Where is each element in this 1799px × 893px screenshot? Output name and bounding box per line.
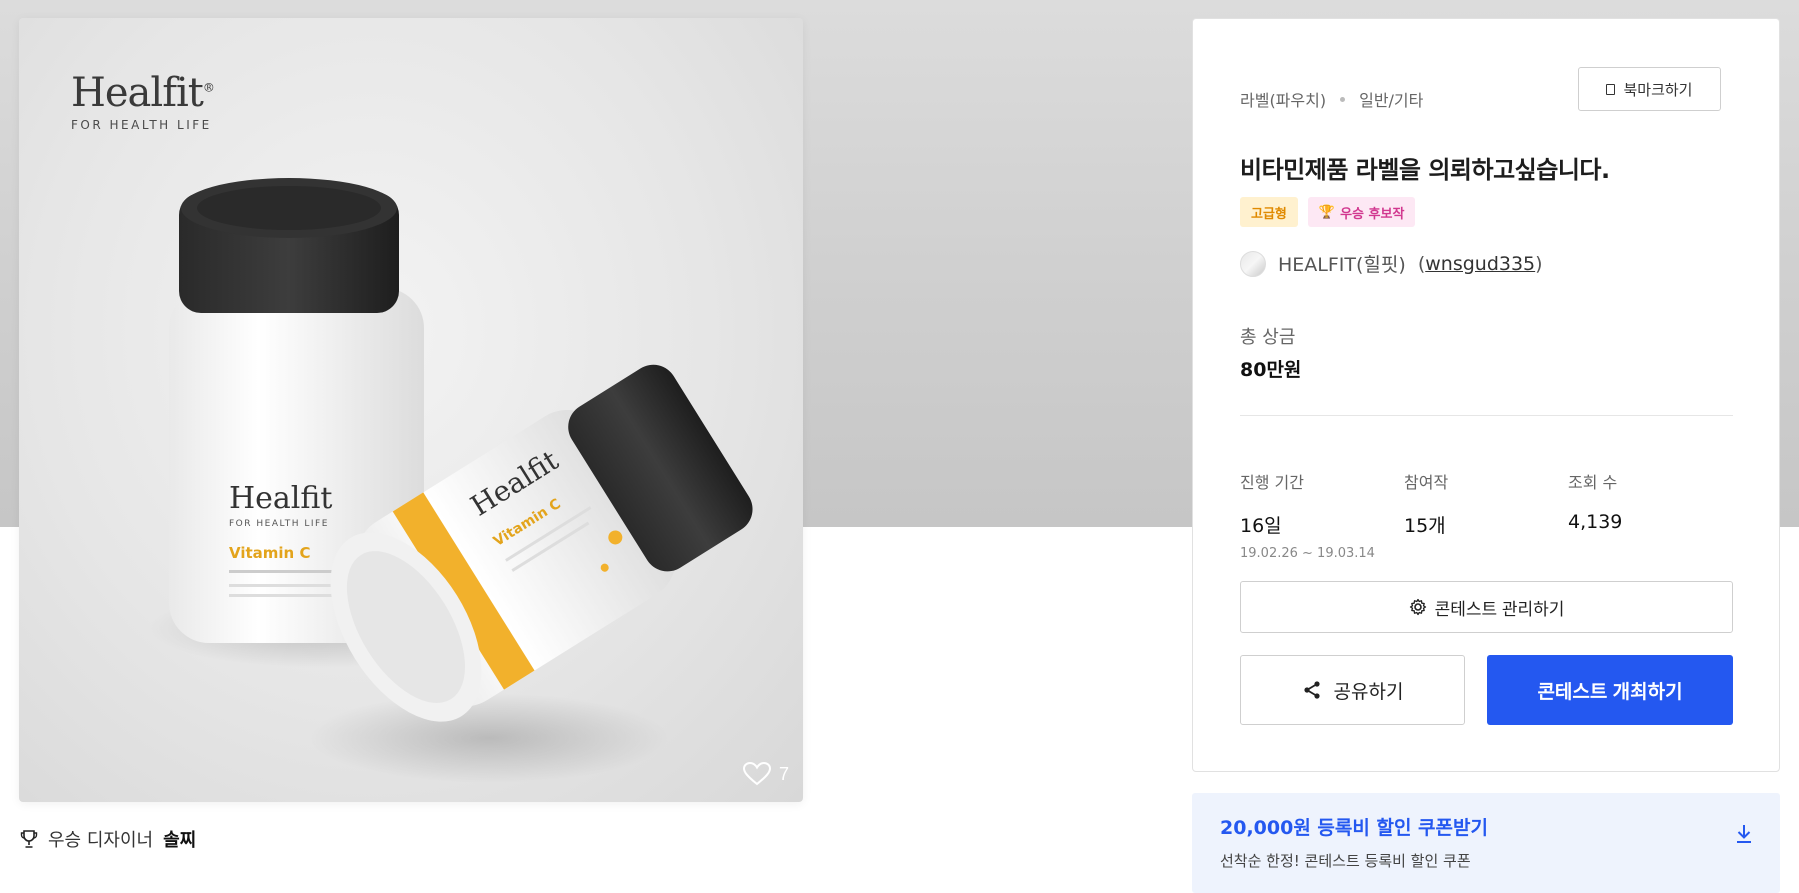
bookmark-button[interactable]: 북마크하기 <box>1578 67 1721 111</box>
winner-designer-name[interactable]: 솔찌 <box>163 826 196 852</box>
gear-icon <box>1409 598 1426 616</box>
stat-value: 16일 <box>1240 515 1282 537</box>
trophy-icon: 🏆 <box>1318 204 1336 220</box>
share-icon <box>1303 681 1320 699</box>
winner-prefix: 우승 디자이너 <box>48 830 154 851</box>
like-count: 7 <box>778 763 789 784</box>
contest-image[interactable]: Healfit FOR HEALTH LIFE Vitamin C Healfi… <box>19 18 803 802</box>
prize-value: 80만원 <box>1240 359 1302 381</box>
stat-value: 4,139 <box>1568 511 1623 533</box>
share-button[interactable]: 공유하기 <box>1240 655 1465 725</box>
prize-label: 총 상금 <box>1240 327 1296 348</box>
brand-logo: Healfit® FOR HEALTH LIFE <box>71 70 215 132</box>
host-contest-button[interactable]: 콘테스트 개최하기 <box>1487 655 1733 725</box>
download-icon[interactable] <box>1734 823 1754 845</box>
manage-contest-button[interactable]: 콘테스트 관리하기 <box>1240 581 1733 633</box>
winner-candidate-label: 우승 후보작 <box>1340 206 1405 222</box>
bookmark-label: 북마크하기 <box>1623 80 1693 99</box>
coupon-banner[interactable]: 20,000원 등록비 할인 쿠폰받기 선착순 한정! 콘테스트 등록비 할인 … <box>1192 793 1780 893</box>
premium-badge: 고급형 <box>1240 197 1298 227</box>
logo-registered-mark: ® <box>202 80 215 95</box>
stat-duration: 진행 기간 16일 19.02.26 ~ 19.03.14 <box>1240 469 1404 561</box>
manage-label: 콘테스트 관리하기 <box>1434 599 1565 619</box>
like-button[interactable]: 7 <box>742 762 789 786</box>
winner-designer: 우승 디자이너 솔찌 <box>20 826 196 852</box>
owner-name: HEALFIT(힐핏) <box>1278 254 1406 276</box>
divider <box>1240 415 1733 416</box>
contest-badges: 고급형 🏆 우승 후보작 <box>1240 197 1416 227</box>
coupon-subtitle: 선착순 한정! 콘테스트 등록비 할인 쿠폰 <box>1220 852 1471 870</box>
stat-label: 조회 수 <box>1568 473 1618 492</box>
owner-id-wrap: (wnsgud335) <box>1418 253 1543 275</box>
contest-stats: 진행 기간 16일 19.02.26 ~ 19.03.14 참여작 15개 조회… <box>1240 469 1732 561</box>
contest-owner: HEALFIT(힐핏) (wnsgud335) <box>1240 250 1543 277</box>
logo-tagline: FOR HEALTH LIFE <box>71 118 212 132</box>
stat-label: 진행 기간 <box>1240 473 1304 492</box>
product-photo: Healfit FOR HEALTH LIFE Vitamin C Healfi… <box>149 178 753 783</box>
contest-info-panel: 라벨(파우치) 일반/기타 북마크하기 비타민제품 라벨을 의뢰하고싶습니다. … <box>1192 18 1780 772</box>
svg-text:Healfit: Healfit <box>229 481 332 516</box>
logo-word: Healfit <box>71 70 204 116</box>
owner-id-close-paren: ) <box>1535 252 1543 275</box>
breadcrumb-subcategory[interactable]: 일반/기타 <box>1359 87 1423 111</box>
owner-id-link[interactable]: wnsgud335 <box>1425 253 1535 275</box>
stat-value: 15개 <box>1404 515 1446 537</box>
breadcrumb-category[interactable]: 라벨(파우치) <box>1240 87 1326 111</box>
contest-title: 비타민제품 라벨을 의뢰하고싶습니다. <box>1240 156 1610 184</box>
stat-views: 조회 수 4,139 <box>1568 469 1732 561</box>
heart-outline-icon <box>742 762 771 786</box>
stat-date-range: 19.02.26 ~ 19.03.14 <box>1240 546 1375 561</box>
breadcrumb-separator <box>1340 96 1346 102</box>
share-label: 공유하기 <box>1333 681 1404 703</box>
stat-label: 참여작 <box>1404 473 1449 492</box>
winner-candidate-badge: 🏆 우승 후보작 <box>1307 197 1416 227</box>
stat-entries: 참여작 15개 <box>1404 469 1568 561</box>
coupon-title: 20,000원 등록비 할인 쿠폰받기 <box>1220 817 1488 839</box>
avatar <box>1240 250 1266 277</box>
trophy-icon <box>20 830 38 848</box>
svg-text:FOR HEALTH LIFE: FOR HEALTH LIFE <box>229 519 329 529</box>
svg-text:Vitamin C: Vitamin C <box>229 544 310 562</box>
bookmark-icon <box>1606 83 1616 95</box>
breadcrumb: 라벨(파우치) 일반/기타 <box>1240 87 1423 111</box>
